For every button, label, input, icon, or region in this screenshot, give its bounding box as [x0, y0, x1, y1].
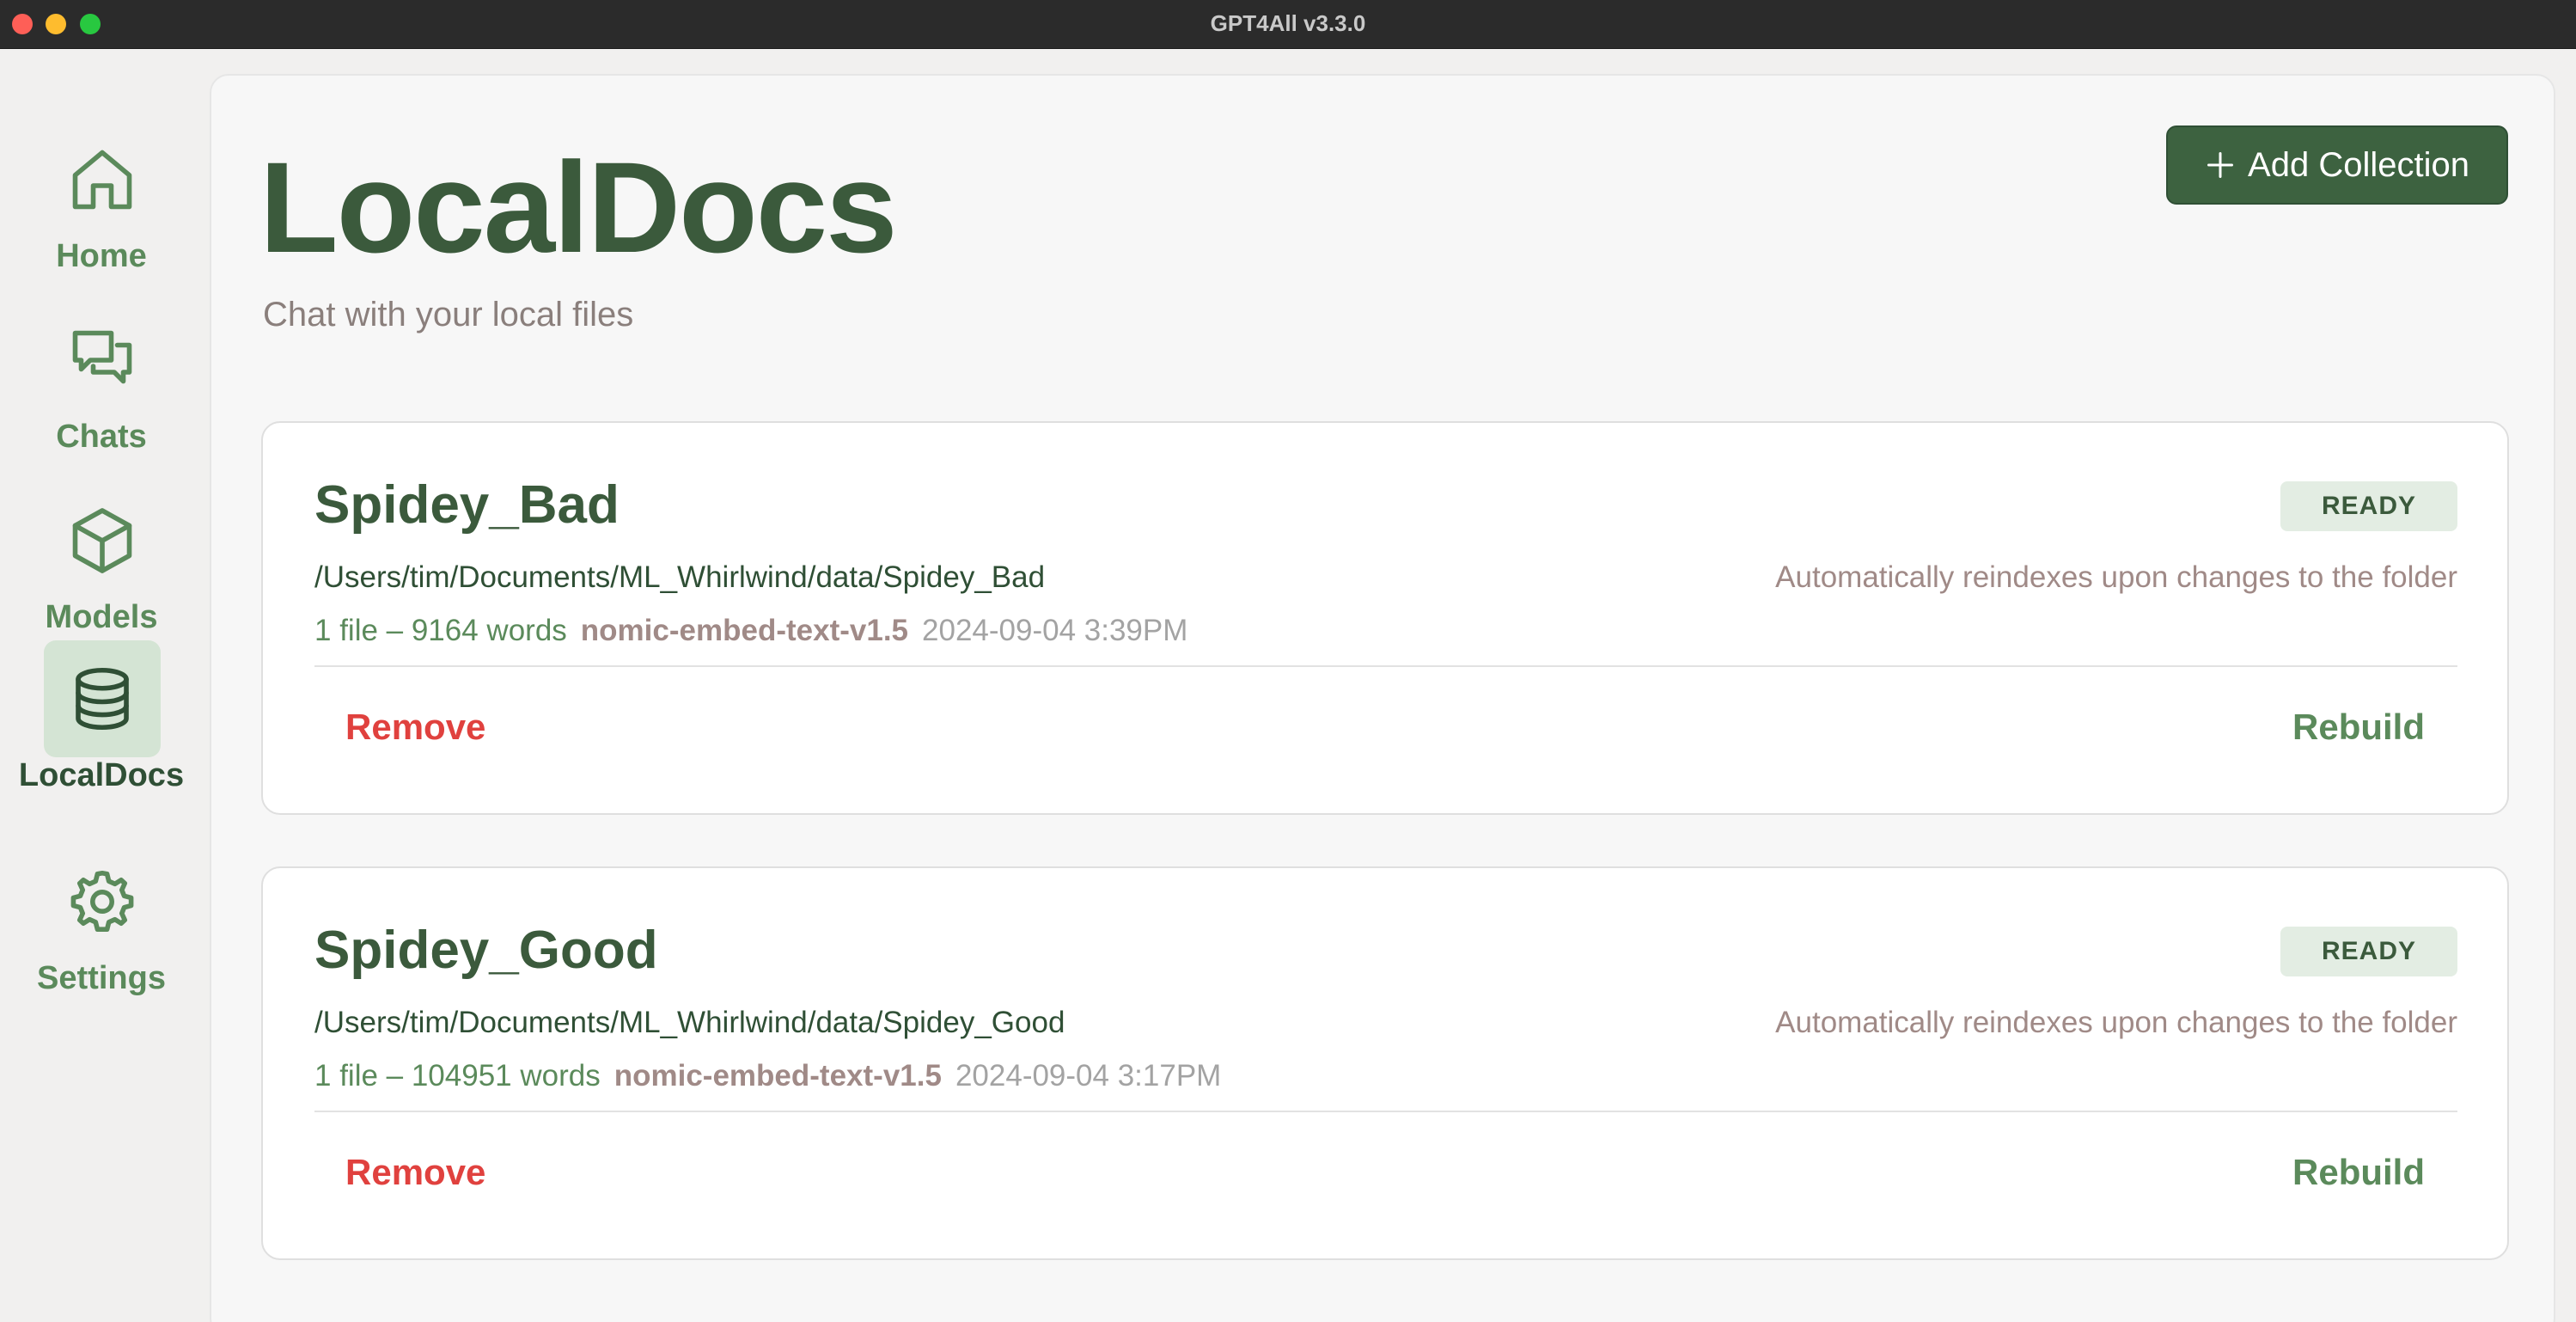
add-collection-button[interactable]: Add Collection	[2166, 125, 2508, 205]
sidebar-item-label: Settings	[37, 960, 166, 996]
collection-card: Spidey_Bad READY /Users/tim/Documents/ML…	[261, 421, 2509, 815]
remove-button[interactable]: Remove	[345, 707, 485, 748]
embedding-model: nomic-embed-text-v1.5	[580, 614, 909, 647]
sidebar-item-chats[interactable]: Chats	[0, 302, 203, 474]
remove-button[interactable]: Remove	[345, 1152, 485, 1193]
sidebar-item-home[interactable]: Home	[0, 121, 203, 293]
sidebar-item-models[interactable]: Models	[0, 482, 203, 654]
sidebar: Home Chats Models LocalDocs Settings	[0, 49, 206, 1322]
index-timestamp: 2024-09-04 3:39PM	[922, 614, 1188, 647]
divider	[314, 1111, 2457, 1112]
status-badge: READY	[2280, 927, 2457, 976]
database-icon	[44, 640, 161, 757]
collection-path: /Users/tim/Documents/ML_Whirlwind/data/S…	[314, 1006, 1065, 1039]
status-badge: READY	[2280, 481, 2457, 531]
add-collection-label: Add Collection	[2248, 145, 2469, 184]
page-subtitle: Chat with your local files	[263, 296, 634, 334]
home-icon	[44, 121, 161, 238]
divider	[314, 665, 2457, 667]
title-bar: GPT4All v3.3.0	[0, 0, 2576, 49]
localdocs-panel: LocalDocs Chat with your local files Add…	[210, 74, 2555, 1322]
rebuild-button[interactable]: Rebuild	[2292, 707, 2425, 748]
sidebar-item-localdocs[interactable]: LocalDocs	[0, 640, 203, 812]
gear-icon	[44, 843, 161, 960]
sidebar-item-settings[interactable]: Settings	[0, 843, 203, 1015]
sidebar-item-label: Home	[56, 238, 147, 274]
reindex-note: Automatically reindexes upon changes to …	[1775, 560, 2457, 594]
collection-name: Spidey_Bad	[314, 475, 620, 535]
rebuild-button[interactable]: Rebuild	[2292, 1152, 2425, 1193]
sidebar-item-label: Models	[45, 599, 158, 635]
collection-path: /Users/tim/Documents/ML_Whirlwind/data/S…	[314, 560, 1046, 594]
chats-icon	[44, 302, 161, 419]
cube-icon	[44, 482, 161, 599]
page-title: LocalDocs	[259, 135, 898, 279]
reindex-note: Automatically reindexes upon changes to …	[1775, 1006, 2457, 1039]
collection-meta: 1 file – 104951 words nomic-embed-text-v…	[314, 1059, 1221, 1093]
sidebar-item-label: Chats	[56, 419, 147, 455]
sidebar-item-label: LocalDocs	[18, 757, 185, 793]
collection-meta: 1 file – 9164 words nomic-embed-text-v1.…	[314, 614, 1187, 648]
embedding-model: nomic-embed-text-v1.5	[613, 1059, 942, 1092]
plus-icon	[2205, 150, 2236, 181]
collection-name: Spidey_Good	[314, 921, 658, 980]
file-word-count: 1 file – 104951 words	[314, 1059, 601, 1092]
collection-card: Spidey_Good READY /Users/tim/Documents/M…	[261, 866, 2509, 1260]
window-title: GPT4All v3.3.0	[1210, 10, 1366, 36]
file-word-count: 1 file – 9164 words	[314, 614, 567, 647]
index-timestamp: 2024-09-04 3:17PM	[955, 1059, 1222, 1092]
